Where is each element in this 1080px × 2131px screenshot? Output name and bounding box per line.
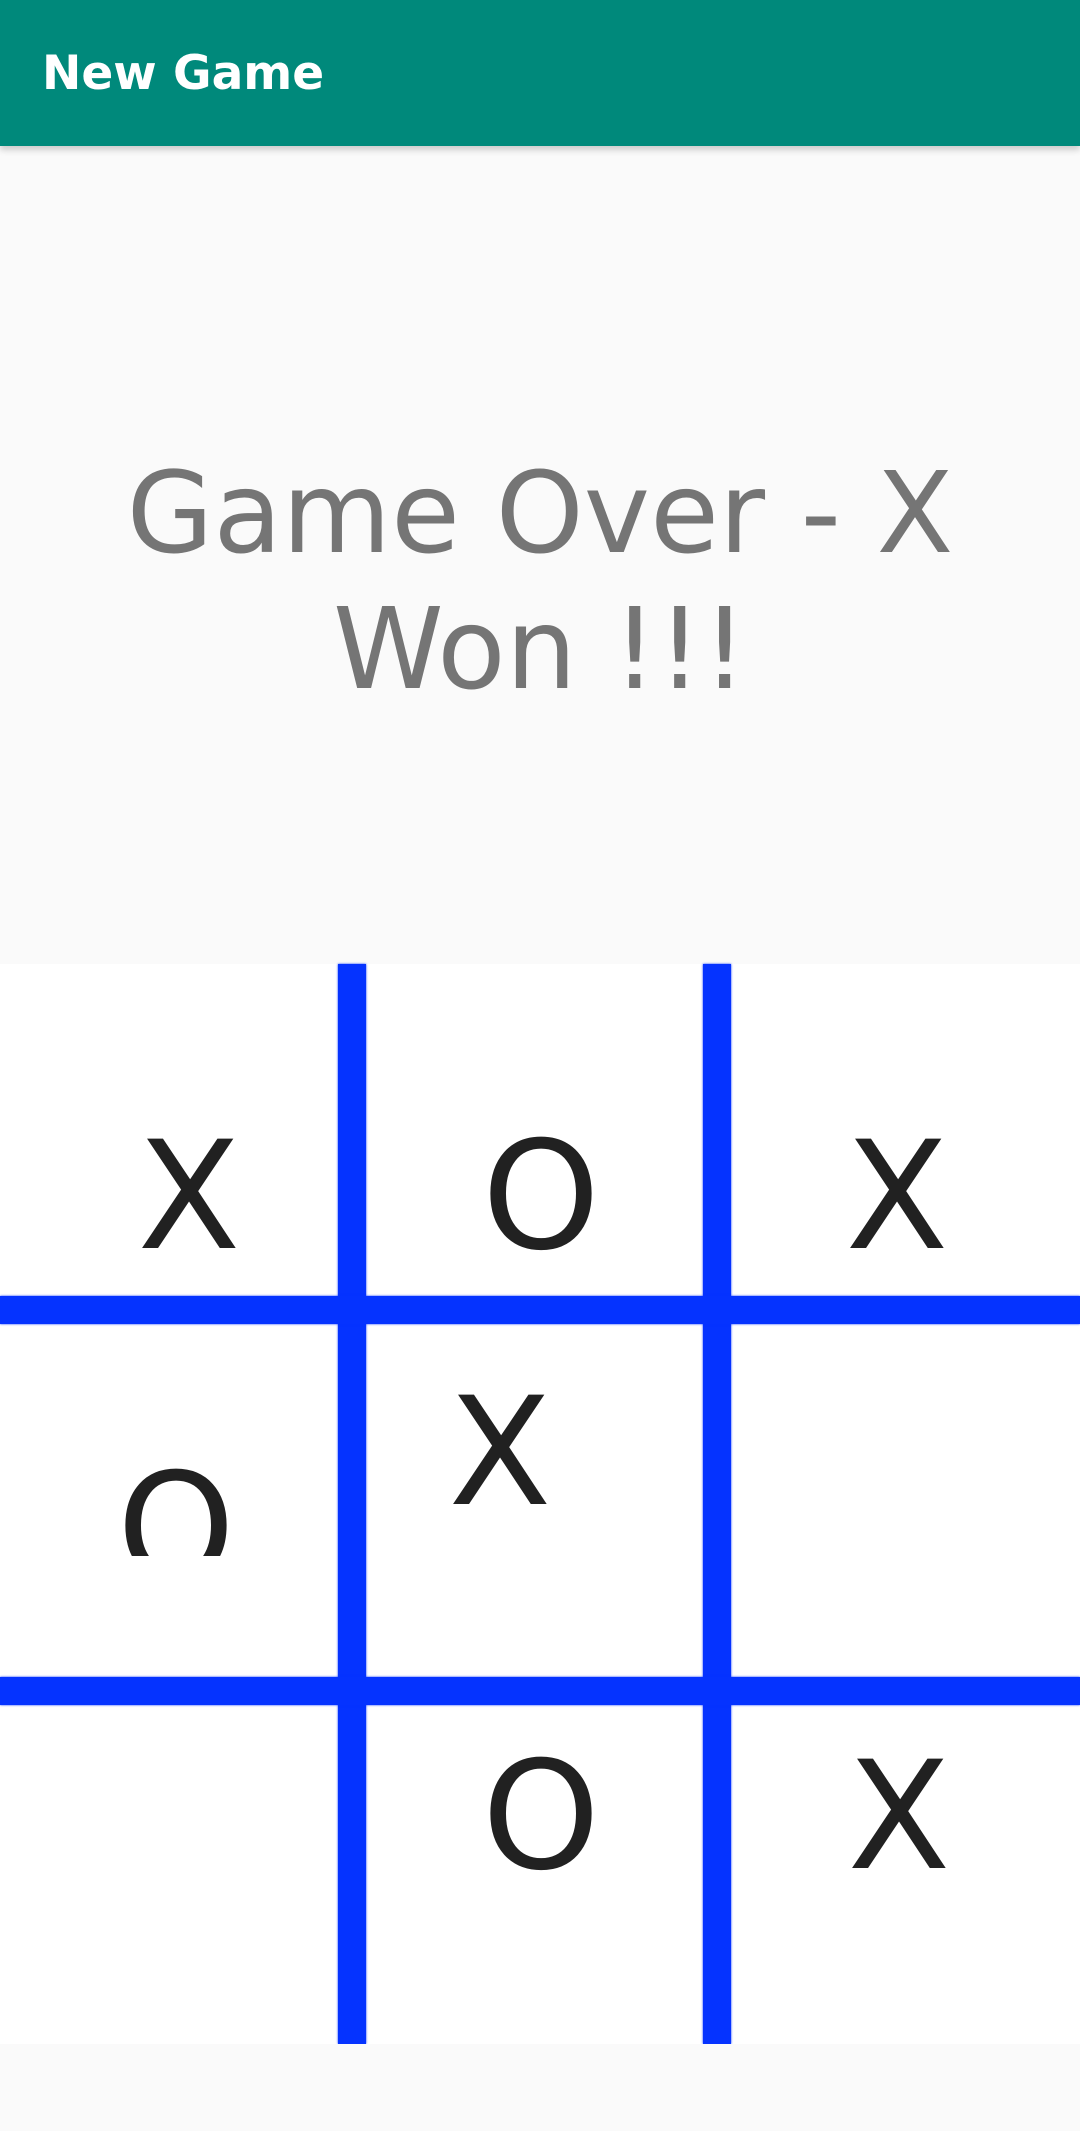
cell-mark: O: [481, 1110, 601, 1284]
cell-r1-c1[interactable]: X: [130, 1122, 248, 1272]
cell-mark: O: [481, 1730, 601, 1904]
bottom-strip: [0, 2044, 1080, 2131]
cell-mark: O: [116, 1454, 236, 1556]
cell-r3-c1[interactable]: [110, 1742, 228, 1892]
cell-r3-c3[interactable]: X: [840, 1742, 958, 1892]
game-board: X O X O X O X: [0, 964, 1080, 2044]
cell-r1-c3[interactable]: X: [838, 1122, 956, 1272]
grid-line-vertical-1: [338, 964, 366, 2044]
cell-r1-c2[interactable]: O: [479, 1122, 603, 1272]
cell-mark: X: [845, 1110, 949, 1284]
cell-mark: X: [137, 1110, 241, 1284]
cell-mark: X: [847, 1730, 951, 1904]
grid-line-horizontal-1: [0, 1296, 1080, 1324]
grid-line-vertical-2: [703, 964, 731, 2044]
game-status-message: Game Over - X Won !!!: [126, 449, 954, 715]
app-bar: New Game: [0, 0, 1080, 146]
cell-mark: X: [448, 1366, 552, 1540]
cell-r2-c1[interactable]: O: [114, 1454, 238, 1556]
cell-r2-c2[interactable]: X: [441, 1378, 559, 1528]
status-area: Game Over - X Won !!!: [0, 146, 1080, 964]
app-title: New Game: [42, 46, 325, 101]
cell-r2-c3[interactable]: [780, 1378, 898, 1528]
grid-line-horizontal-2: [0, 1677, 1080, 1705]
cell-r3-c2[interactable]: O: [479, 1742, 603, 1892]
